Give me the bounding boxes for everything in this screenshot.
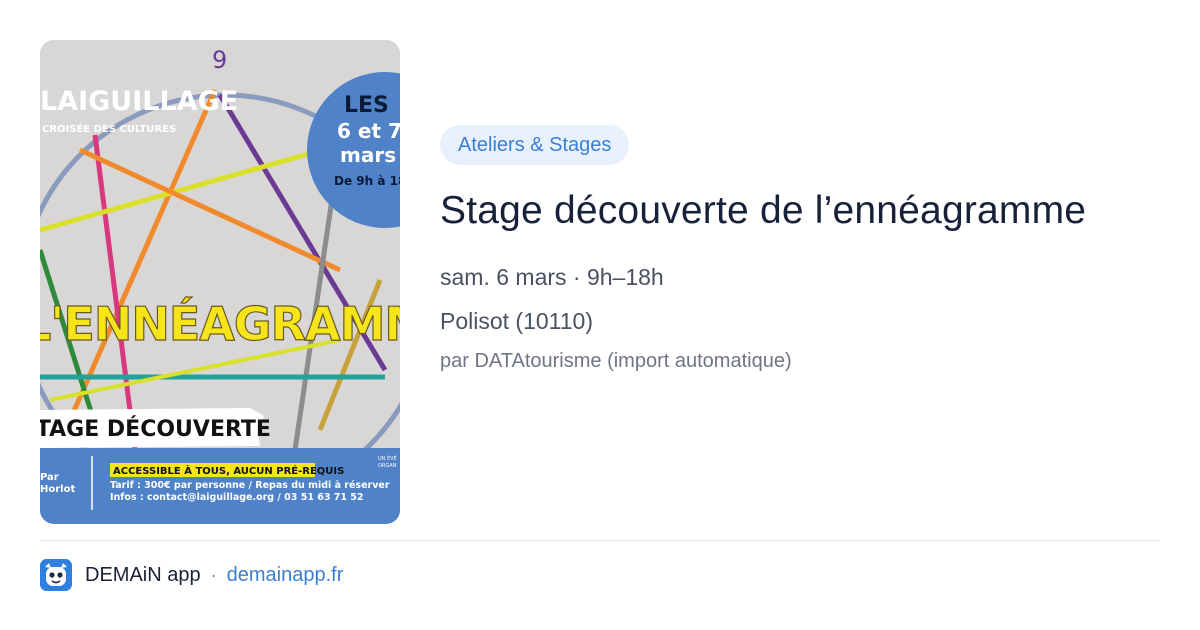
poster-left-small-1: Par: [40, 472, 59, 483]
poster-org-name: LAIGUILLAGE: [40, 86, 238, 117]
poster-tarif: Tarif : 300€ par personne / Repas du mid…: [110, 480, 390, 491]
category-badge[interactable]: Ateliers & Stages: [440, 125, 630, 165]
poster-org-tagline: CROISÉE DES CULTURES: [42, 122, 176, 135]
event-title[interactable]: Stage découverte de l’ennéagramme: [440, 187, 1160, 235]
event-location: Polisot (10110): [440, 308, 593, 334]
poster-badge-line1: LES: [344, 93, 389, 118]
event-poster-image[interactable]: 9 LAIGUILLAGE CROISÉE DES CULTURES LES 6…: [40, 40, 400, 524]
poster-badge-line3: mars: [340, 143, 396, 167]
poster-big-title: L'ENNÉAGRAMME: [40, 297, 400, 351]
app-name: DEMAiN app: [85, 563, 201, 586]
poster-right-small-2: ORGAN: [378, 463, 397, 469]
poster-subtitle: STAGE DÉCOUVERTE: [40, 416, 271, 442]
demain-app-icon[interactable]: [40, 559, 72, 591]
poster-left-small-2: Horlot: [40, 484, 75, 495]
poster-infos: Infos : contact@laiguillage.org / 03 51 …: [110, 492, 364, 503]
poster-right-small-1: UN ÉVÉ: [378, 454, 397, 462]
event-info: Ateliers & Stages Stage découverte de l’…: [440, 125, 1160, 374]
event-author: par DATAtourisme (import automatique): [440, 350, 792, 372]
event-datetime: sam. 6 mars · 9h–18h: [440, 264, 664, 290]
footer-divider: [40, 540, 1160, 541]
footer: DEMAiN app · demainapp.fr: [40, 558, 343, 592]
poster-number-label: 9: [212, 46, 227, 74]
poster-badge-line4: De 9h à 18h: [334, 174, 400, 188]
footer-separator: ·: [210, 564, 217, 585]
app-website-link[interactable]: demainapp.fr: [227, 564, 344, 587]
poster-badge-line2: 6 et 7: [337, 119, 400, 143]
poster-accessible: ACCESSIBLE À TOUS, AUCUN PRÉ-REQUIS: [113, 464, 344, 477]
